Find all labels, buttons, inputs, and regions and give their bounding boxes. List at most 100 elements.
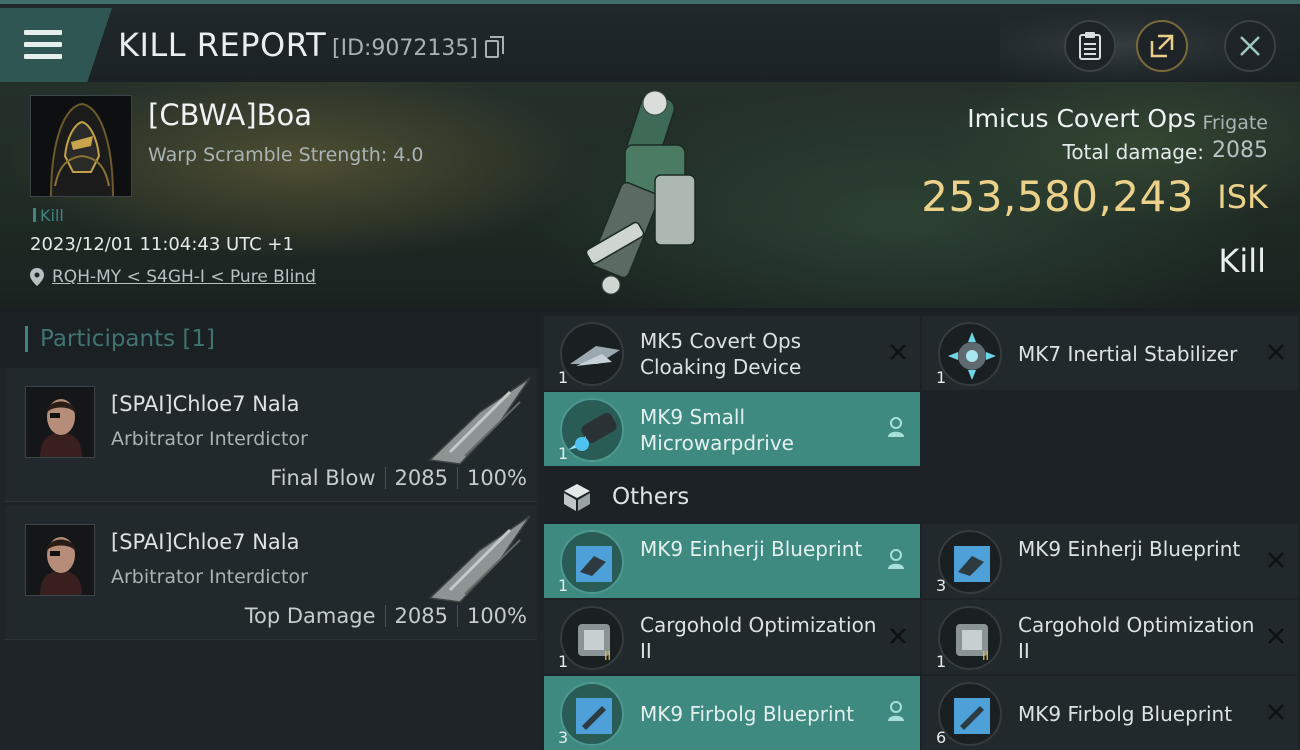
x-icon [1268, 552, 1284, 568]
item-quantity: 3 [936, 576, 947, 595]
kill-tag: Kill [33, 206, 64, 225]
kill-result: Kill [1218, 242, 1266, 280]
avatar [25, 524, 95, 596]
item-quantity: 1 [936, 652, 947, 671]
participant-stats: Top Damage 2085 100% [245, 604, 527, 628]
header-accent-bar [25, 326, 28, 352]
participant-stats: Final Blow 2085 100% [270, 466, 527, 490]
item-quantity: 6 [936, 728, 947, 747]
participant-ship-image [428, 377, 531, 465]
others-title: Others [612, 484, 690, 510]
item-card[interactable]: 3 MK9 Firbolg Blueprint [544, 676, 920, 750]
item-name: Cargohold Optimization II [1018, 613, 1255, 663]
item-card[interactable]: II 1 Cargohold Optimization II [922, 600, 1298, 674]
item-quantity: 3 [558, 728, 569, 747]
x-icon [1268, 704, 1284, 720]
item-name: MK9 Einherji Blueprint [640, 537, 863, 561]
participants-panel: Participants [1] [SPAI]Chloe7 Nala Arbit… [0, 312, 540, 750]
item-name: MK7 Inertial Stabilizer [1018, 342, 1238, 366]
participant-damage: 2085 [394, 604, 448, 628]
avatar [25, 386, 95, 458]
total-damage-value: 2085 [1212, 138, 1268, 163]
blueprint-icon [938, 682, 1002, 746]
blueprint-icon [560, 530, 624, 594]
clipboard-icon [1079, 32, 1101, 60]
copy-icon[interactable] [485, 36, 504, 58]
user-icon [888, 701, 904, 721]
blueprint-icon [560, 682, 624, 746]
menu-button[interactable] [0, 8, 112, 82]
kill-summary: [CBWA]Boa Warp Scramble Strength: 4.0 Ki… [0, 82, 1300, 308]
microwarpdrive-icon [560, 398, 624, 462]
report-id: [ID:9072135] [332, 36, 478, 61]
item-quantity: 1 [558, 576, 569, 595]
victim-portrait[interactable] [30, 95, 132, 197]
cargohold-module-icon: II [560, 606, 624, 670]
item-name: MK5 Covert Ops Cloaking Device [640, 329, 802, 379]
participant-row[interactable]: [SPAI]Chloe7 Nala Arbitrator Interdictor… [5, 368, 537, 502]
cloaking-device-icon [560, 322, 624, 386]
share-icon [1150, 34, 1174, 58]
total-damage-label: Total damage: [1062, 140, 1205, 164]
pilot-portrait-icon [26, 525, 94, 595]
item-name: MK9 Firbolg Blueprint [640, 702, 855, 726]
location-pin-icon [30, 268, 44, 286]
isk-unit: ISK [1217, 178, 1268, 216]
item-card[interactable]: 6 MK9 Firbolg Blueprint [922, 676, 1298, 750]
item-card[interactable]: 3 MK9 Einherji Blueprint [922, 524, 1298, 598]
x-icon [1268, 628, 1284, 644]
x-icon [890, 344, 906, 360]
item-name: MK9 Small Microwarpdrive [640, 405, 794, 455]
participants-header: Participants [1] [0, 312, 540, 368]
item-card[interactable]: 1 MK7 Inertial Stabilizer [922, 316, 1298, 390]
user-icon [888, 549, 904, 569]
item-quantity: 1 [558, 444, 569, 463]
isk-value: 253,580,243 [921, 172, 1194, 221]
top-bar: KILL REPORT [ID:9072135] [0, 0, 1300, 86]
kill-datetime: 2023/12/01 11:04:43 UTC +1 [30, 234, 294, 255]
close-button[interactable] [1224, 20, 1276, 72]
participant-ship-image [428, 515, 531, 603]
victim-name[interactable]: [CBWA]Boa [148, 98, 312, 132]
item-card[interactable]: II 1 Cargohold Optimization II [544, 600, 920, 674]
item-quantity: 1 [558, 368, 569, 387]
participant-name: [SPAI]Chloe7 Nala [111, 530, 300, 554]
participant-ship: Arbitrator Interdictor [111, 566, 308, 588]
participant-ship: Arbitrator Interdictor [111, 428, 308, 450]
pilot-portrait-icon [26, 387, 94, 457]
svg-text:II: II [604, 649, 611, 663]
item-name: MK9 Firbolg Blueprint [1018, 702, 1233, 726]
kill-location[interactable]: RQH-MY < S4GH-I < Pure Blind [30, 267, 316, 287]
cargohold-module-icon: II [938, 606, 1002, 670]
victim-ship-name: Imicus Covert Ops [967, 104, 1196, 133]
participant-percent: 100% [466, 604, 527, 628]
victim-ship-image [585, 90, 696, 295]
blueprint-icon [938, 530, 1002, 594]
helmet-avatar-icon [31, 96, 131, 196]
items-panel: 1 MK5 Covert Ops Cloaking Device 1 MK7 I… [540, 312, 1300, 750]
participant-role: Final Blow [270, 466, 376, 490]
svg-text:II: II [982, 649, 989, 663]
close-icon [1240, 36, 1260, 56]
warp-scramble-strength: Warp Scramble Strength: 4.0 [148, 144, 424, 166]
menu-icon [24, 30, 62, 60]
x-icon [890, 628, 906, 644]
share-button[interactable] [1136, 20, 1188, 72]
item-card[interactable]: 1 MK9 Small Microwarpdrive [544, 392, 920, 466]
others-section-header: Others [540, 472, 1300, 522]
item-card[interactable]: 1 MK9 Einherji Blueprint [544, 524, 920, 598]
location-link[interactable]: RQH-MY < S4GH-I < Pure Blind [52, 267, 316, 287]
participant-name: [SPAI]Chloe7 Nala [111, 392, 300, 416]
clipboard-button[interactable] [1064, 20, 1116, 72]
item-quantity: 1 [936, 368, 947, 387]
participant-row[interactable]: [SPAI]Chloe7 Nala Arbitrator Interdictor… [5, 506, 537, 640]
participant-damage: 2085 [394, 466, 448, 490]
participant-role: Top Damage [244, 604, 376, 628]
user-icon [888, 417, 904, 437]
x-icon [1268, 344, 1284, 360]
item-card[interactable]: 1 MK5 Covert Ops Cloaking Device [544, 316, 920, 390]
inertial-stabilizer-icon [938, 322, 1002, 386]
item-name: MK9 Einherji Blueprint [1018, 537, 1241, 561]
page-title: KILL REPORT [118, 26, 327, 64]
item-quantity: 1 [558, 652, 569, 671]
